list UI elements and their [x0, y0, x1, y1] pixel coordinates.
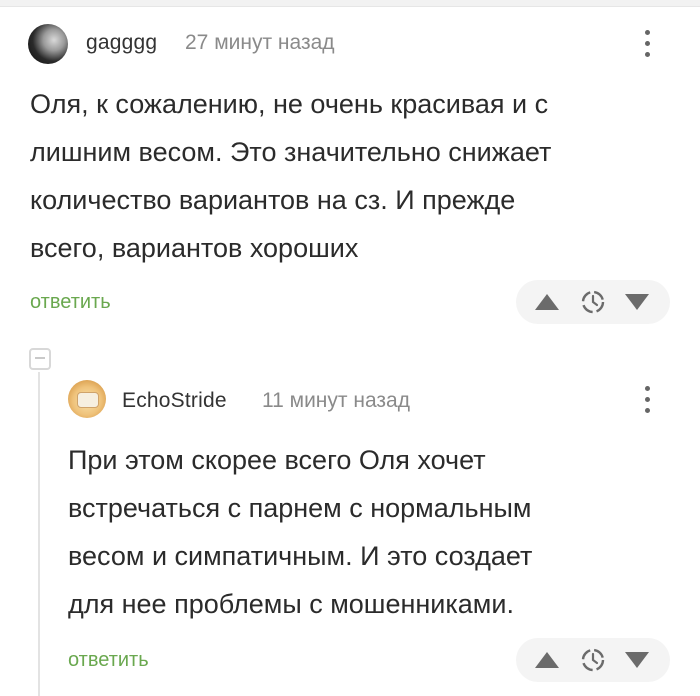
- comment-line: При этом скорее всего Оля хочет: [68, 445, 486, 475]
- more-menu-icon[interactable]: [642, 386, 652, 416]
- comment-line: весом и симпатичным. И это создает: [68, 541, 533, 571]
- top-divider: [0, 0, 700, 7]
- comment-line: количество вариантов на сз. И прежде: [30, 185, 516, 215]
- comment-username[interactable]: gagggg: [86, 31, 157, 55]
- comment-line: Оля, к сожалению, не очень красивая и с: [30, 89, 549, 119]
- user-avatar[interactable]: [68, 380, 106, 418]
- comment-text: Оля, к сожалению, не очень красивая и с …: [30, 80, 670, 272]
- rating-pending-clock-icon: [576, 280, 610, 324]
- downvote-icon[interactable]: [620, 638, 654, 682]
- vote-controls: [516, 280, 670, 324]
- upvote-icon[interactable]: [530, 280, 564, 324]
- downvote-icon[interactable]: [620, 280, 654, 324]
- rating-pending-clock-icon: [576, 638, 610, 682]
- comment-line: лишним весом. Это значительно снижает: [30, 137, 552, 167]
- comment-time: 11 минут назад: [262, 389, 410, 412]
- upvote-icon[interactable]: [530, 638, 564, 682]
- comment-line: всего, вариантов хороших: [30, 233, 359, 263]
- comment-time: 27 минут назад: [185, 31, 335, 54]
- vote-controls: [516, 638, 670, 682]
- comment-line: для нее проблемы с мошенниками.: [68, 589, 514, 619]
- collapse-thread-icon[interactable]: [29, 348, 51, 370]
- comment-line: встречаться с парнем с нормальным: [68, 493, 532, 523]
- comment-text: При этом скорее всего Оля хочет встречат…: [68, 436, 678, 628]
- more-menu-icon[interactable]: [642, 30, 652, 60]
- reply-link[interactable]: ответить: [68, 649, 149, 672]
- comment-username[interactable]: EchoStride: [122, 389, 227, 413]
- user-avatar[interactable]: [28, 24, 68, 64]
- reply-link[interactable]: ответить: [30, 291, 111, 314]
- thread-line[interactable]: [38, 372, 40, 696]
